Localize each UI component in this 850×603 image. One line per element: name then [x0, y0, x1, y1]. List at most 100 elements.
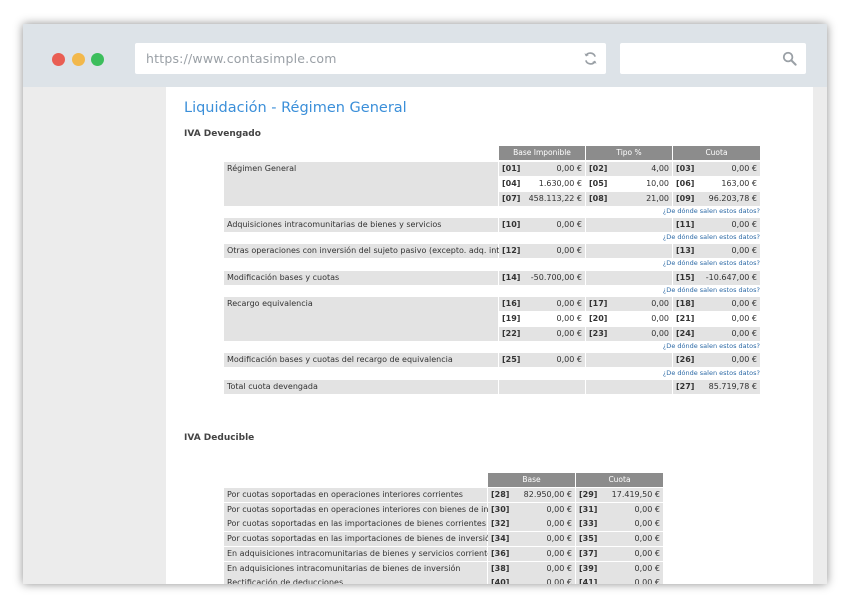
cell-value: 0,00 €: [731, 299, 757, 308]
data-source-link[interactable]: ¿De dónde salen estos datos?: [663, 369, 760, 377]
deducible-cell: [30] 0,00 €: [488, 502, 575, 517]
cell-code: [19]: [502, 314, 521, 323]
cell-value: 0,00 €: [546, 534, 572, 544]
devengado-cell: [18] 0,00 €: [673, 297, 760, 311]
cell-code: [04]: [502, 179, 521, 188]
cell-value: 163,00 €: [721, 179, 757, 188]
cell-value: 21,00: [646, 194, 669, 203]
devengado-cell: [586, 353, 672, 367]
devengado-cell: [08] 21,00: [586, 192, 672, 206]
deducible-cell: [38] 0,00 €: [488, 561, 575, 576]
cell-value: 0,00: [651, 314, 669, 323]
devengado-cell: [04] 1.630,00 €: [499, 177, 585, 191]
cell-code: [30]: [491, 504, 510, 514]
devengado-row-label: Total cuota devengada: [224, 380, 498, 394]
minimize-window-button[interactable]: [72, 53, 85, 66]
browser-window: https://www.contasimple.com Liquidación …: [23, 24, 827, 584]
cell-value: 0,00 €: [556, 299, 582, 308]
deducible-cell: [35] 0,00 €: [576, 532, 663, 547]
cell-value: 0,00 €: [634, 563, 660, 573]
cell-code: [15]: [676, 273, 695, 282]
cell-code: [10]: [502, 220, 521, 229]
cell-code: [14]: [502, 273, 521, 282]
cell-code: [25]: [502, 355, 521, 364]
cell-value: 0,00 €: [556, 164, 582, 173]
deducible-cell: [36] 0,00 €: [488, 546, 575, 561]
cell-code: [28]: [491, 490, 510, 499]
devengado-cell: [13] 0,00 €: [673, 244, 760, 258]
devengado-row-label: Otras operaciones con inversión del suje…: [224, 244, 528, 258]
devengado-cell: [25] 0,00 €: [499, 353, 585, 367]
cell-value: 0,00: [651, 329, 669, 338]
data-source-link[interactable]: ¿De dónde salen estos datos?: [663, 259, 760, 267]
cell-code: [21]: [676, 314, 695, 323]
data-source-link[interactable]: ¿De dónde salen estos datos?: [663, 207, 760, 215]
devengado-cell: [06] 163,00 €: [673, 177, 760, 191]
cell-value: 1.630,00 €: [538, 179, 582, 188]
address-bar[interactable]: https://www.contasimple.com: [135, 43, 606, 74]
devengado-cell: [15] -10.647,00 €: [673, 271, 760, 285]
cell-value: 17.419,50 €: [611, 490, 660, 499]
cell-value: 0,00 €: [634, 578, 660, 584]
devengado-cell: [23] 0,00: [586, 327, 672, 341]
cell-code: [26]: [676, 355, 695, 364]
devengado-row-label: Adquisiciones intracomunitarias de biene…: [224, 218, 498, 232]
refresh-icon[interactable]: [583, 51, 598, 66]
cell-value: 0,00 €: [731, 314, 757, 323]
cell-code: [36]: [491, 548, 510, 558]
cell-value: 0,00 €: [731, 246, 757, 255]
deducible-header-0: Base: [488, 473, 575, 487]
deducible-row-label: Rectificación de deducciones: [224, 576, 487, 584]
devengado-cell: [24] 0,00 €: [673, 327, 760, 341]
devengado-cell: [11] 0,00 €: [673, 218, 760, 232]
cell-code: [39]: [579, 563, 598, 573]
cell-value: 96.203,78 €: [708, 194, 757, 203]
devengado-row-label: Recargo equivalencia: [224, 297, 498, 341]
cell-code: [33]: [579, 519, 598, 529]
devengado-cell: [586, 380, 672, 394]
cell-value: 0,00 €: [556, 314, 582, 323]
cell-value: 0,00: [651, 299, 669, 308]
cell-value: 0,00 €: [556, 329, 582, 338]
cell-value: 0,00 €: [634, 519, 660, 529]
data-source-link[interactable]: ¿De dónde salen estos datos?: [663, 342, 760, 350]
deducible-cell: [33] 0,00 €: [576, 517, 663, 532]
devengado-cell: [05] 10,00: [586, 177, 672, 191]
devengado-cell: [20] 0,00: [586, 312, 672, 326]
cell-code: [12]: [502, 246, 521, 255]
cell-code: [03]: [676, 164, 695, 173]
data-source-link[interactable]: ¿De dónde salen estos datos?: [663, 286, 760, 294]
section-title-devengado: IVA Devengado: [184, 129, 261, 139]
cell-code: [17]: [589, 299, 608, 308]
cell-code: [18]: [676, 299, 695, 308]
close-window-button[interactable]: [52, 53, 65, 66]
cell-code: [23]: [589, 329, 608, 338]
cell-value: -10.647,00 €: [705, 273, 757, 282]
cell-code: [06]: [676, 179, 695, 188]
deducible-row-label: En adquisiciones intracomunitarias de bi…: [224, 561, 487, 576]
deducible-cell: [37] 0,00 €: [576, 546, 663, 561]
devengado-cell: [26] 0,00 €: [673, 353, 760, 367]
cell-code: [22]: [502, 329, 521, 338]
devengado-cell: [22] 0,00 €: [499, 327, 585, 341]
cell-value: 0,00 €: [731, 220, 757, 229]
devengado-cell: [499, 380, 585, 394]
cell-code: [40]: [491, 578, 510, 584]
cell-value: 0,00 €: [634, 548, 660, 558]
cell-value: 0,00 €: [634, 534, 660, 544]
cell-code: [37]: [579, 548, 598, 558]
search-bar[interactable]: [620, 43, 806, 74]
cell-code: [20]: [589, 314, 608, 323]
cell-value: 0,00 €: [546, 548, 572, 558]
deducible-cell: [29] 17.419,50 €: [576, 488, 663, 502]
devengado-row-label: Modificación bases y cuotas del recargo …: [224, 353, 498, 367]
devengado-cell: [16] 0,00 €: [499, 297, 585, 311]
cell-code: [13]: [676, 246, 695, 255]
devengado-cell: [07] 458.113,22 €: [499, 192, 585, 206]
search-icon[interactable]: [782, 51, 797, 66]
devengado-cell: [02] 4,00: [586, 162, 672, 176]
devengado-header-1: Tipo %: [586, 146, 672, 160]
data-source-link[interactable]: ¿De dónde salen estos datos?: [663, 233, 760, 241]
cell-value: 0,00 €: [731, 355, 757, 364]
maximize-window-button[interactable]: [91, 53, 104, 66]
